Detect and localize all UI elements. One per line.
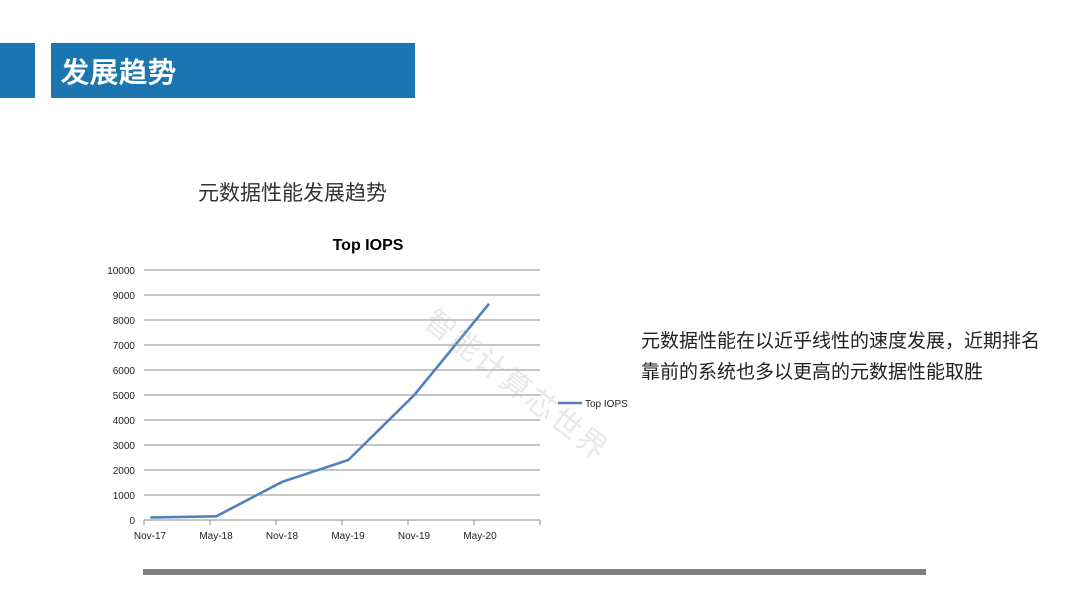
y-tick-label: 0 [129,516,135,527]
chart-subtitle: 元数据性能发展趋势 [198,181,387,205]
x-tick-label: May-18 [199,531,233,542]
header-accent-block [0,43,35,98]
y-tick-label: 2000 [113,466,136,477]
x-tick-label: Nov-19 [398,531,431,542]
y-tick-label: 6000 [113,366,136,377]
legend-label: Top IOPS [585,399,628,410]
description-text: 元数据性能在以近乎线性的速度发展，近期排名靠前的系统也多以更高的元数据性能取胜 [641,330,1041,383]
y-tick-label: 9000 [113,291,136,302]
y-tick-label: 1000 [113,491,136,502]
x-tick-label: May-19 [331,531,365,542]
chart-title: Top IOPS [333,237,404,254]
y-tick-label: 4000 [113,416,136,427]
y-tick-label: 10000 [107,266,135,277]
bottom-divider [143,569,926,575]
y-tick-label: 3000 [113,441,136,452]
x-tick-label: May-20 [463,531,497,542]
y-tick-label: 7000 [113,341,136,352]
x-tick-label: Nov-17 [134,531,167,542]
y-tick-label: 5000 [113,391,136,402]
y-tick-label: 8000 [113,316,136,327]
header-bar: 发展趋势 [51,43,415,98]
x-tick-label: Nov-18 [266,531,299,542]
page-title: 发展趋势 [61,55,178,89]
